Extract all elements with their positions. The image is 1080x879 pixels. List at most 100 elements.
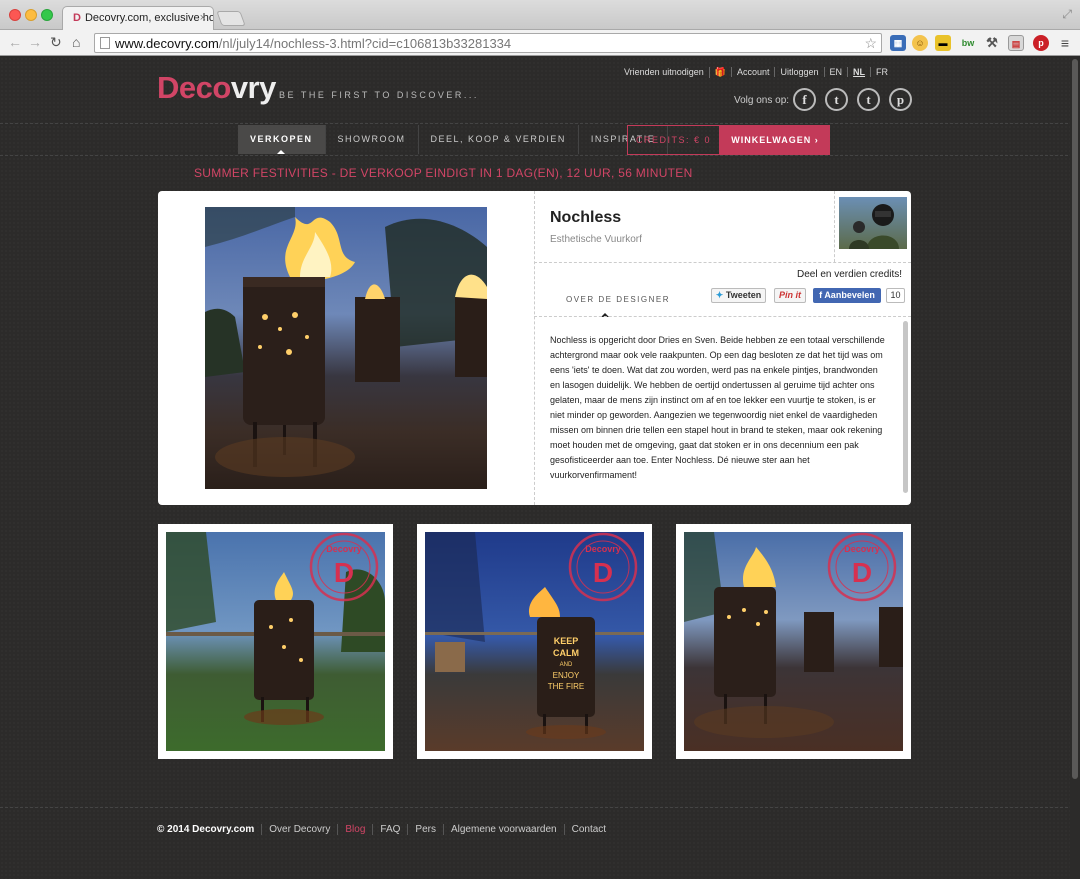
tweet-button[interactable]: ✦ Tweeten bbox=[711, 288, 766, 303]
divider bbox=[0, 155, 1068, 156]
minimize-window-button[interactable] bbox=[25, 9, 37, 21]
thumbnail-illustration: Decovry D bbox=[166, 532, 385, 725]
home-icon[interactable]: ⌂ bbox=[72, 34, 80, 50]
decovry-stamp: Decovry D bbox=[309, 532, 379, 602]
svg-text:D: D bbox=[852, 557, 872, 588]
product-subtitle: Esthetische Vuurkorf bbox=[550, 234, 642, 245]
footer-contact[interactable]: Contact bbox=[563, 824, 613, 835]
thumbnail-1[interactable]: Decovry D bbox=[158, 524, 393, 759]
forward-arrow-icon[interactable]: → bbox=[28, 34, 42, 50]
pin-it-button[interactable]: Pin it bbox=[774, 288, 806, 303]
pinterest-icon[interactable]: p bbox=[889, 88, 912, 111]
description-scrollbar[interactable] bbox=[903, 321, 908, 493]
back-arrow-icon[interactable]: ← bbox=[8, 34, 22, 50]
divider bbox=[534, 191, 535, 505]
svg-text:Decovry: Decovry bbox=[585, 544, 621, 554]
tumblr-icon[interactable]: t bbox=[857, 88, 880, 111]
product-card: Nochless Esthetische Vuurkorf Deel en ve… bbox=[158, 191, 911, 505]
extension-bw-icon[interactable]: bw bbox=[960, 35, 976, 51]
credits-button[interactable]: CREDITS: € 0 bbox=[627, 125, 720, 155]
designer-silhouette bbox=[849, 204, 899, 249]
gift-icon[interactable]: 🎁 bbox=[708, 67, 731, 78]
extension-face-icon[interactable]: ☺ bbox=[912, 35, 928, 51]
twitter-bird-icon: ✦ bbox=[715, 290, 724, 300]
designer-avatar[interactable] bbox=[834, 191, 911, 262]
tagline: BE THE FIRST TO DISCOVER... bbox=[279, 90, 479, 100]
extension-wrench-icon[interactable]: ⚒ bbox=[984, 35, 1000, 51]
page-scrollbar[interactable] bbox=[1070, 57, 1080, 879]
extension-taxi-icon[interactable]: ▬ bbox=[935, 35, 951, 51]
chrome-menu-icon[interactable]: ≡ bbox=[1057, 35, 1073, 51]
extension-calendar-icon[interactable]: ▤ bbox=[1008, 35, 1024, 51]
cart-button[interactable]: WINKELWAGEN › bbox=[720, 125, 830, 155]
bookmark-star-icon[interactable]: ☆ bbox=[864, 35, 877, 52]
follow-label: Volg ons op: bbox=[734, 95, 790, 106]
nav-showroom[interactable]: SHOWROOM bbox=[326, 125, 419, 154]
decovry-stamp: Decovry D bbox=[568, 532, 638, 602]
footer-links: © 2014 Decovry.com Over Decovry Blog FAQ Per… bbox=[157, 824, 613, 835]
svg-text:AND: AND bbox=[560, 662, 573, 668]
thumbnail-image: KEEP CALM AND ENJOY THE FIRE Decovry D bbox=[425, 532, 644, 751]
main-nav: VERKOPEN SHOWROOM DEEL, KOOP & VERDIEN I… bbox=[238, 125, 669, 154]
thumbnail-3[interactable]: Decovry D bbox=[676, 524, 911, 759]
thumbnail-illustration: Decovry D bbox=[684, 532, 903, 738]
url-host: www.decovry.com bbox=[115, 36, 219, 51]
fire-basket-illustration bbox=[205, 207, 487, 477]
close-window-button[interactable] bbox=[9, 9, 21, 21]
thumbnail-illustration: KEEP CALM AND ENJOY THE FIRE Decovry D bbox=[425, 532, 644, 739]
invite-friends-link[interactable]: Vrienden uitnodigen bbox=[624, 67, 709, 77]
tab-over-de-designer[interactable]: OVER DE DESIGNER bbox=[566, 295, 670, 304]
browser-tab[interactable]: D Decovry.com, exclusive ho × bbox=[62, 6, 214, 30]
browser-tabbar: D Decovry.com, exclusive ho × ⤢ bbox=[0, 0, 1080, 30]
language-en-link[interactable]: EN bbox=[823, 67, 848, 77]
footer-faq[interactable]: FAQ bbox=[372, 824, 407, 835]
footer-over-decovry[interactable]: Over Decovry bbox=[261, 824, 337, 835]
top-links: Vrienden uitnodigen 🎁 Account Uitloggen EN NL… bbox=[624, 67, 893, 78]
language-fr-link[interactable]: FR bbox=[870, 67, 893, 77]
footer-blog[interactable]: Blog bbox=[337, 824, 372, 835]
thumbnail-2[interactable]: KEEP CALM AND ENJOY THE FIRE Decovry D bbox=[417, 524, 652, 759]
product-hero-image[interactable] bbox=[205, 207, 487, 489]
svg-text:Decovry: Decovry bbox=[326, 544, 362, 554]
browser-toolbar: ← → ↻ ⌂ www.decovry.com/nl/july14/nochle… bbox=[0, 30, 1080, 56]
like-count: 10 bbox=[886, 288, 905, 303]
footer-pers[interactable]: Pers bbox=[407, 824, 443, 835]
new-tab-button[interactable] bbox=[216, 11, 246, 26]
share-credits-text: Deel en verdien credits! bbox=[797, 269, 903, 280]
close-tab-icon[interactable]: × bbox=[200, 12, 206, 24]
decovry-logo[interactable]: Decovry bbox=[157, 70, 276, 106]
svg-text:Decovry: Decovry bbox=[844, 544, 880, 554]
svg-text:THE FIRE: THE FIRE bbox=[548, 682, 584, 691]
address-bar[interactable]: www.decovry.com/nl/july14/nochless-3.htm… bbox=[94, 33, 882, 53]
zoom-window-button[interactable] bbox=[41, 9, 53, 21]
footer-copyright: © 2014 Decovry.com bbox=[157, 824, 255, 835]
nav-deel-koop-verdien[interactable]: DEEL, KOOP & VERDIEN bbox=[419, 125, 579, 154]
language-nl-link[interactable]: NL bbox=[847, 67, 870, 77]
promo-countdown: SUMMER FESTIVITIES - DE VERKOOP EINDIGT … bbox=[194, 166, 693, 180]
facebook-icon[interactable]: f bbox=[793, 88, 816, 111]
fullscreen-icon[interactable]: ⤢ bbox=[1062, 7, 1072, 22]
tweet-label: Tweeten bbox=[725, 290, 762, 300]
svg-text:CALM: CALM bbox=[553, 648, 579, 658]
extension-pinterest-icon[interactable]: p bbox=[1033, 35, 1049, 51]
logo-part-deco: Deco bbox=[157, 70, 231, 105]
decovry-stamp: Decovry D bbox=[827, 532, 897, 602]
tab-title: Decovry.com, exclusive ho bbox=[84, 12, 214, 24]
nav-verkopen[interactable]: VERKOPEN bbox=[238, 125, 326, 154]
thumbnail-image: Decovry D bbox=[684, 532, 903, 751]
footer-voorwaarden[interactable]: Algemene voorwaarden bbox=[442, 824, 564, 835]
designer-photo bbox=[839, 197, 907, 249]
account-link[interactable]: Account bbox=[730, 67, 775, 77]
extension-screen-icon[interactable]: ▦ bbox=[890, 35, 906, 51]
page-icon bbox=[100, 37, 110, 49]
svg-text:ENJOY: ENJOY bbox=[553, 671, 580, 680]
thumbnail-image: Decovry D bbox=[166, 532, 385, 751]
page-scrollbar-thumb[interactable] bbox=[1072, 59, 1078, 779]
url-path: /nl/july14/nochless-3.html?cid=c106813b3… bbox=[218, 36, 512, 51]
facebook-like-button[interactable]: f Aanbevelen bbox=[813, 288, 881, 303]
twitter-icon[interactable]: t bbox=[825, 88, 848, 111]
facebook-icon: f bbox=[819, 290, 823, 300]
divider bbox=[534, 262, 911, 263]
logout-link[interactable]: Uitloggen bbox=[774, 67, 823, 77]
reload-icon[interactable]: ↻ bbox=[50, 34, 62, 51]
